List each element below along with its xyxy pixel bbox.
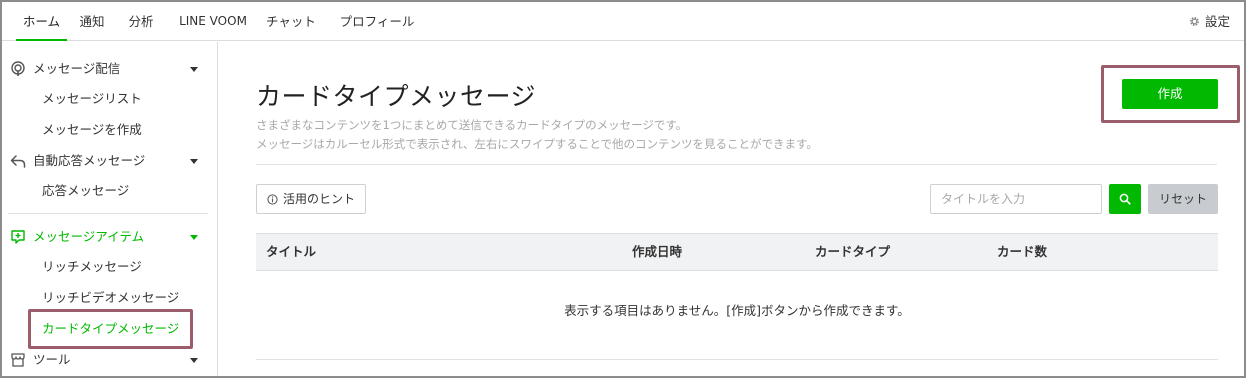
sidebar-section-label: ツール <box>33 352 71 367</box>
reply-arrow-icon <box>10 155 26 168</box>
chevron-down-icon <box>190 235 198 240</box>
sidebar-item-rich-message[interactable]: リッチメッセージ <box>42 254 142 280</box>
chevron-down-icon <box>190 358 198 363</box>
sidebar-section-label: メッセージアイテム <box>33 229 145 244</box>
store-icon <box>11 353 25 367</box>
plus-square-icon <box>11 230 25 244</box>
tab-notifications[interactable]: 通知 <box>77 2 107 41</box>
divider <box>256 359 1218 360</box>
sidebar-divider <box>8 213 208 214</box>
sidebar-item-reply-message[interactable]: 応答メッセージ <box>42 178 129 204</box>
sidebar-section-tools[interactable]: ツール <box>2 345 218 375</box>
divider <box>256 164 1217 165</box>
column-header-card-type[interactable]: カードタイプ <box>815 234 890 270</box>
tab-home[interactable]: ホーム <box>16 2 67 41</box>
usage-hints-button[interactable]: 活用のヒント <box>256 184 366 214</box>
page-description-line: さまざまなコンテンツを1つにまとめて送信できるカードタイプのメッセージです。 <box>256 118 688 132</box>
main-content: カードタイプメッセージ さまざまなコンテンツを1つにまとめて送信できるカードタイ… <box>219 42 1244 376</box>
chevron-down-icon <box>190 67 198 72</box>
tab-chat[interactable]: チャット <box>264 2 318 41</box>
sidebar-section-message-items[interactable]: メッセージアイテム <box>2 222 218 252</box>
sidebar-section-label: メッセージ配信 <box>33 61 121 76</box>
highlight-box <box>28 309 193 349</box>
settings-link[interactable]: 設定 <box>1189 2 1230 41</box>
column-header-created-at[interactable]: 作成日時 <box>632 234 682 270</box>
sidebar-section-label: 自動応答メッセージ <box>33 153 146 168</box>
create-button[interactable]: 作成 <box>1122 79 1218 109</box>
gear-icon <box>1190 17 1199 26</box>
usage-hints-label: 活用のヒント <box>283 192 356 206</box>
search-button[interactable] <box>1109 184 1141 214</box>
sidebar-item-create-message[interactable]: メッセージを作成 <box>42 117 142 143</box>
sidebar-item-message-list[interactable]: メッセージリスト <box>42 86 142 112</box>
empty-table-message: 表示する項目はありません。[作成]ボタンから作成できます。 <box>564 303 910 318</box>
sidebar: メッセージ配信 メッセージリスト メッセージを作成 自動応答メッセージ 応答メッ… <box>2 42 218 376</box>
column-header-title[interactable]: タイトル <box>266 234 316 270</box>
search-icon <box>1119 193 1131 205</box>
info-icon <box>267 194 278 205</box>
page-title: カードタイプメッセージ <box>256 82 537 111</box>
sidebar-section-message-delivery[interactable]: メッセージ配信 <box>2 54 218 84</box>
reset-button[interactable]: リセット <box>1148 184 1218 214</box>
sidebar-section-auto-reply[interactable]: 自動応答メッセージ <box>2 146 218 176</box>
page-description-line: メッセージはカルーセル形式で表示され、左右にスワイプすることで他のコンテンツを見… <box>256 137 818 151</box>
column-header-card-count[interactable]: カード数 <box>997 234 1047 270</box>
title-search-input[interactable] <box>930 184 1102 214</box>
sidebar-item-rich-video-message[interactable]: リッチビデオメッセージ <box>42 285 179 311</box>
tab-profile[interactable]: プロフィール <box>339 2 415 41</box>
top-navigation: ホーム 通知 分析 LINE VOOM チャット プロフィール 設定 <box>2 2 1244 41</box>
settings-label: 設定 <box>1204 14 1230 29</box>
chevron-down-icon <box>190 159 198 164</box>
tab-line-voom[interactable]: LINE VOOM <box>176 2 250 41</box>
table-header: タイトル 作成日時 カードタイプ カード数 <box>256 233 1218 271</box>
tab-analytics[interactable]: 分析 <box>126 2 156 41</box>
broadcast-icon <box>11 61 25 76</box>
